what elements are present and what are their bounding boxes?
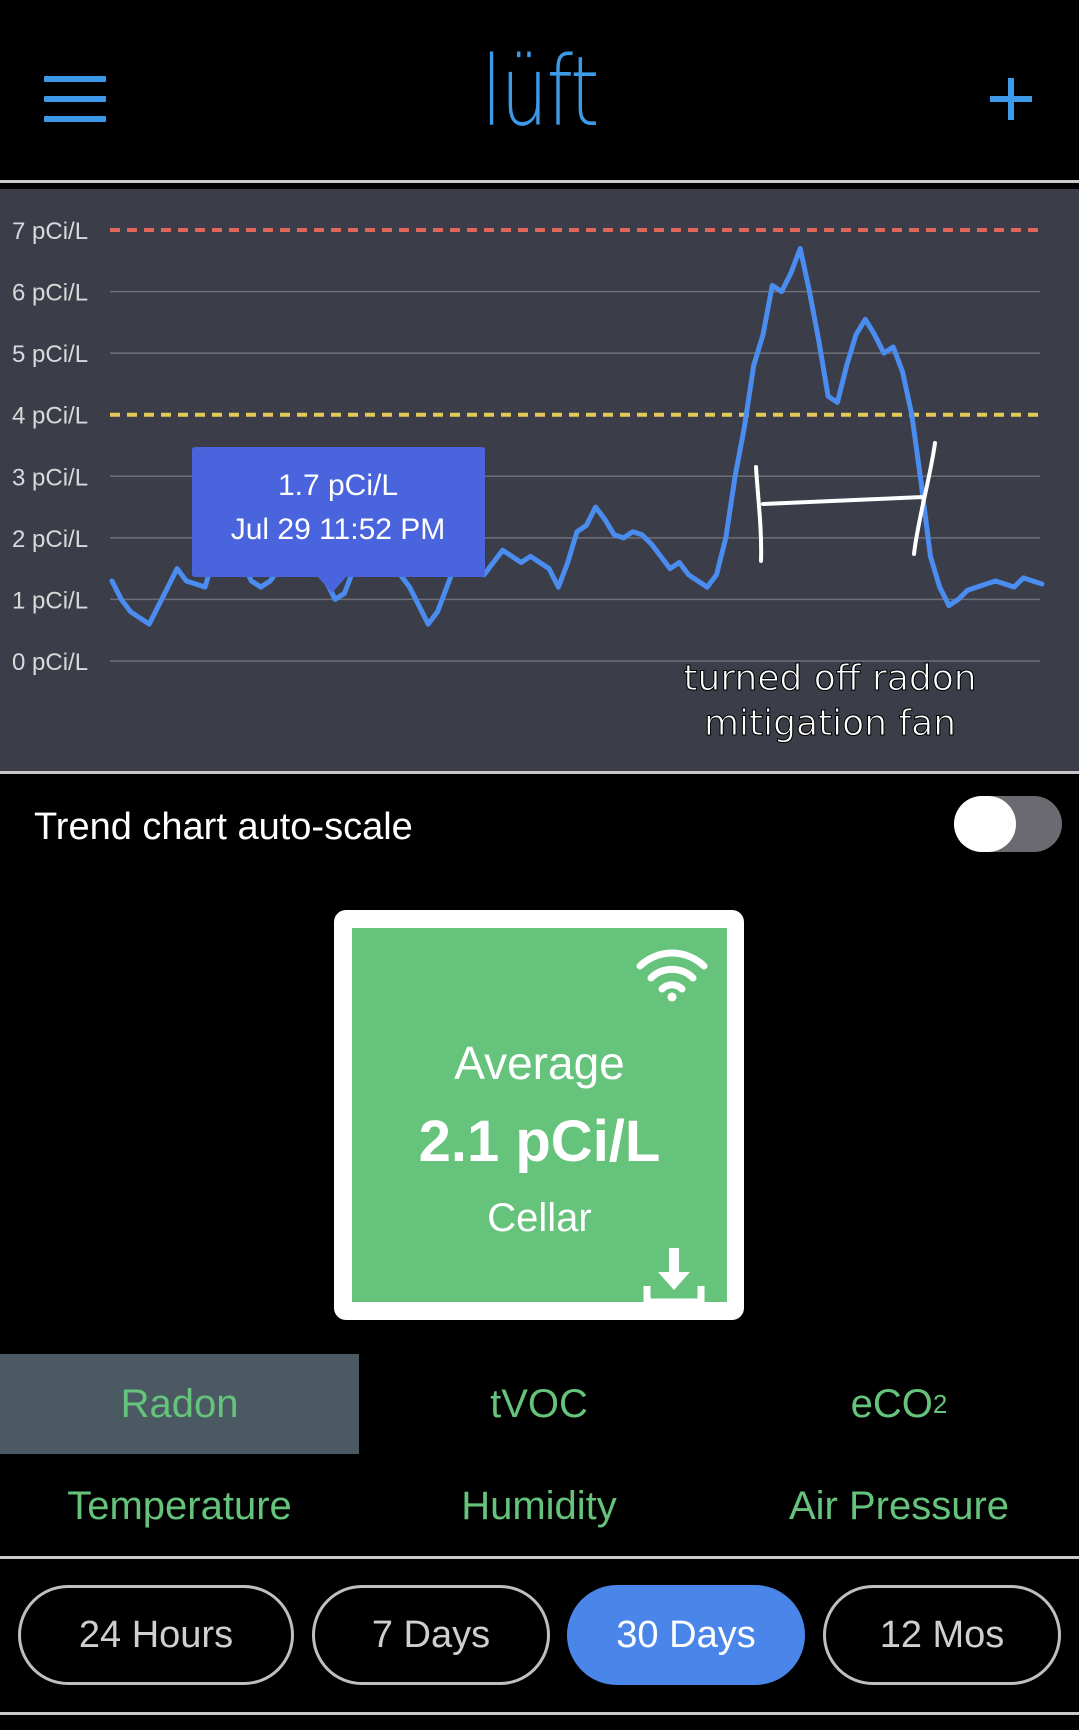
tab-humidity-label: Humidity (461, 1483, 617, 1528)
card-location: Cellar (487, 1196, 592, 1240)
y-tick-label: 2 pCi/L (12, 526, 88, 553)
range-24-hours-label: 24 Hours (78, 1613, 234, 1656)
card-value: 2.1 pCi/L (418, 1109, 661, 1174)
tab-tvoc[interactable]: tVOC (359, 1354, 719, 1454)
tab-air-pressure[interactable]: Air Pressure (719, 1456, 1079, 1556)
y-tick-label: 3 pCi/L (12, 464, 88, 491)
range-24-hours-button[interactable]: 24 Hours (18, 1585, 294, 1685)
trend-chart[interactable]: 0 pCi/L 1 pCi/L 2 pCi/L 3 pCi/L 4 pCi/L 5 pCi… (0, 189, 1079, 771)
annotation-bracket (754, 441, 937, 563)
range-30-days-button[interactable]: 30 Days (567, 1585, 805, 1685)
tab-eco2-subscript: 2 (932, 1388, 948, 1419)
app-logo: lüft (481, 36, 599, 148)
wifi-icon (636, 949, 708, 1002)
toggle-knob (954, 796, 1016, 852)
app-screen: lüft 0 pCi/L 1 pCi/L 2 pCi/L 3 pCi/L 4 pCi/L… (0, 0, 1079, 1730)
range-7-days-button[interactable]: 7 Days (312, 1585, 550, 1685)
y-tick-label: 0 pCi/L (12, 649, 88, 676)
range-12-mos-label: 12 Mos (879, 1613, 1005, 1656)
tab-air-pressure-label: Air Pressure (788, 1483, 1010, 1528)
tab-radon-label: Radon (120, 1381, 239, 1426)
range-7-days-label: 7 Days (371, 1613, 491, 1656)
range-30-days-label: 30 Days (616, 1613, 756, 1656)
autoscale-toggle[interactable] (954, 796, 1062, 852)
annotation-line1: turned off radon (683, 658, 976, 699)
card-title: Average (454, 1037, 625, 1089)
y-tick-label: 5 pCi/L (12, 341, 88, 368)
plus-icon[interactable] (990, 78, 1032, 120)
average-card[interactable]: Average 2.1 pCi/L Cellar (352, 928, 727, 1306)
tab-humidity[interactable]: Humidity (359, 1456, 719, 1556)
tooltip-time: Jul 29 11:52 PM (231, 513, 446, 546)
tab-temperature[interactable]: Temperature (0, 1456, 359, 1556)
tab-radon[interactable]: Radon (0, 1354, 359, 1454)
tooltip-value: 1.7 pCi/L (278, 469, 398, 502)
y-tick-label: 7 pCi/L (12, 218, 88, 245)
annotation-line2: mitigation fan (704, 703, 956, 744)
range-12-mos-button[interactable]: 12 Mos (823, 1585, 1061, 1685)
bottom-divider (0, 1712, 1079, 1715)
app-header: lüft (0, 0, 1079, 180)
tab-eco2[interactable]: eCO 2 (719, 1354, 1079, 1454)
download-icon[interactable] (642, 1246, 706, 1308)
tab-eco2-label: eCO (850, 1381, 933, 1426)
chart-divider (0, 771, 1079, 774)
trend-chart-svg[interactable]: 0 pCi/L 1 pCi/L 2 pCi/L 3 pCi/L 4 pCi/L 5 pCi… (0, 189, 1079, 771)
y-tick-label: 4 pCi/L (12, 403, 88, 430)
tabs-divider (0, 1556, 1079, 1559)
y-tick-label: 1 pCi/L (12, 587, 88, 614)
header-divider (0, 180, 1079, 183)
autoscale-label: Trend chart auto-scale (34, 806, 413, 848)
tab-tvoc-label: tVOC (490, 1381, 588, 1426)
tab-temperature-label: Temperature (67, 1483, 292, 1528)
chart-tooltip: 1.7 pCi/L Jul 29 11:52 PM (192, 447, 485, 593)
y-tick-label: 6 pCi/L (12, 280, 88, 307)
